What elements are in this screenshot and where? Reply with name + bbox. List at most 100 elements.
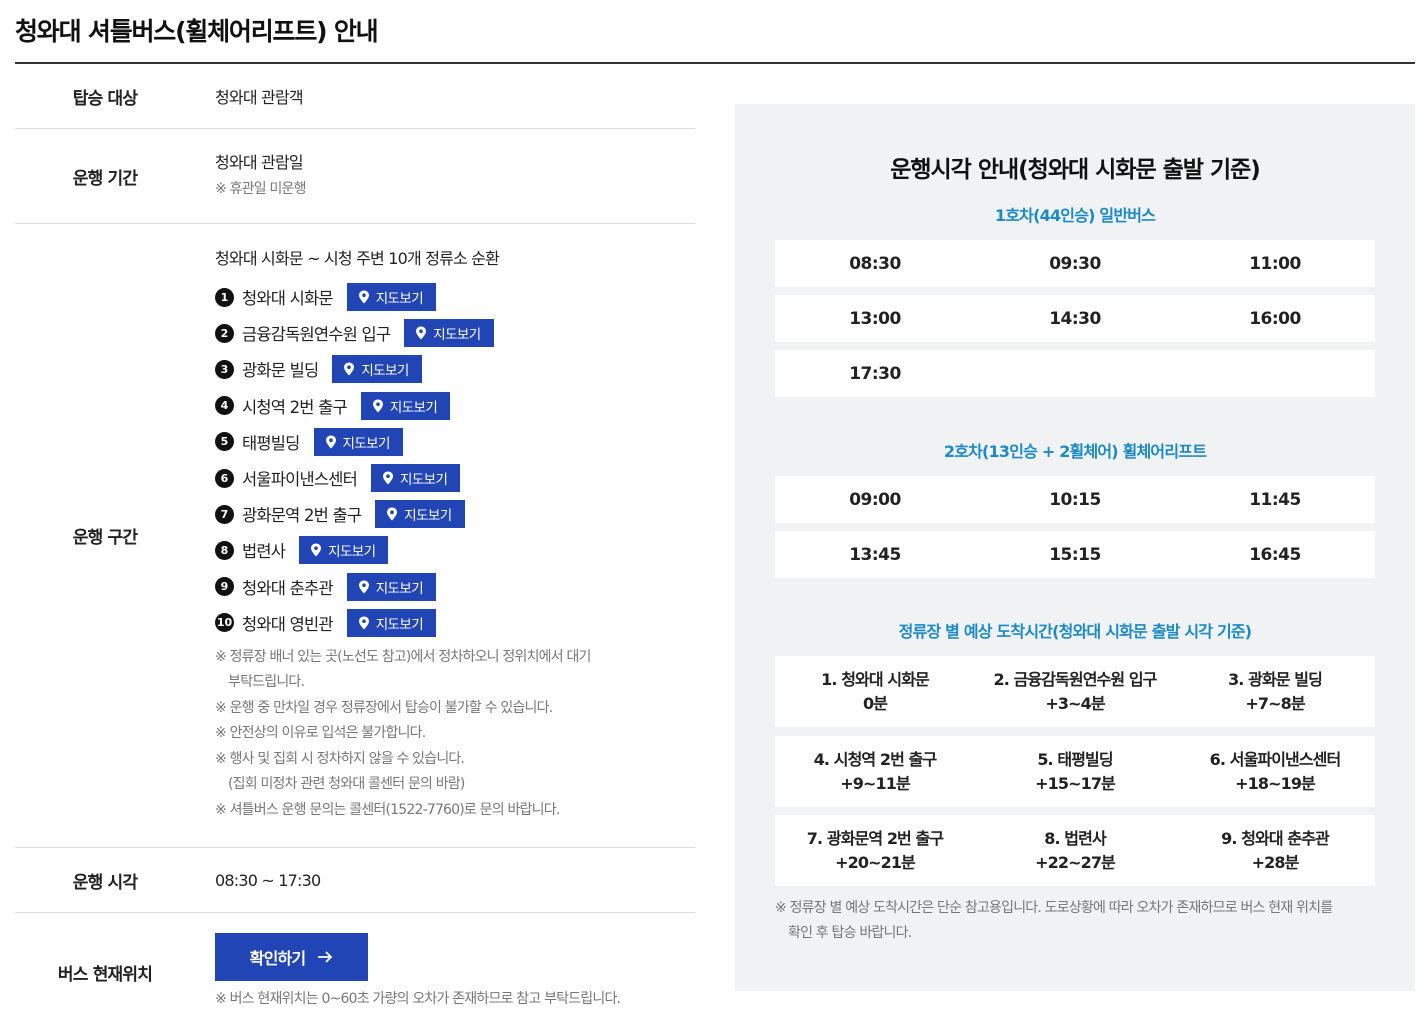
route-note: ※ 행사 및 집회 시 정차하지 않을 수 있습니다.	[215, 750, 465, 767]
arrival-stop: 8. 법련사	[1044, 828, 1106, 848]
time-cell: 11:00	[1249, 253, 1301, 274]
time-cell: 14:30	[1049, 308, 1101, 329]
bus1-time-row: 17:30	[775, 350, 1375, 397]
arrival-note: ※ 정류장 별 예상 도착시간은 단순 참고용입니다. 도로상황에 따라 오차가…	[775, 896, 1385, 946]
arrival-stop: 5. 태평빌딩	[1037, 749, 1113, 769]
map-pin-icon	[383, 471, 394, 485]
time-cell	[975, 350, 1175, 397]
time-cell: 16:45	[1249, 544, 1301, 565]
bus2-title: 2호차(13인승 + 2휠체어) 휠체어리프트	[943, 442, 1207, 461]
stop-item: 1 청와대 시화문 지도보기	[215, 279, 695, 315]
check-location-label: 확인하기	[249, 949, 306, 968]
check-location-button[interactable]: 확인하기	[215, 933, 368, 981]
arrival-cell: 2. 금융감독원연수원 입구 +3~4분	[975, 656, 1175, 727]
stop-number: 9	[215, 577, 234, 597]
schedule-panel: 운행시각 안내(청와대 시화문 출발 기준) 1호차(44인승) 일반버스 08…	[735, 104, 1415, 991]
time-cell: 17:30	[849, 363, 901, 384]
stop-list: 1 청와대 시화문 지도보기 2 금융감독원연수원 입구 지도보기 3 광화문 빌딩 지도보기 4…	[215, 279, 695, 641]
bus2-time-row: 13:45 15:15 16:45	[775, 531, 1375, 578]
map-pin-icon	[416, 326, 427, 340]
map-pin-icon	[358, 616, 369, 630]
row-label: 운행 구간	[72, 528, 138, 548]
map-view-label: 지도보기	[375, 616, 424, 633]
arrival-time: +28분	[1251, 852, 1300, 872]
route-notes: ※ 정류장 배너 있는 곳(노선도 참고)에서 정차하오니 정위치에서 대기 부…	[215, 645, 695, 824]
map-view-button[interactable]: 지도보기	[313, 427, 403, 456]
arrival-stop: 7. 광화문역 2번 출구	[806, 828, 944, 848]
map-view-button[interactable]: 지도보기	[346, 572, 437, 601]
map-view-button[interactable]: 지도보기	[404, 319, 494, 348]
stop-name: 시청역 2번 출구	[242, 397, 348, 417]
arrival-note-line: ※ 정류장 별 예상 도착시간은 단순 참고용입니다. 도로상황에 따라 오차가…	[775, 900, 1333, 916]
map-view-label: 지도보기	[404, 508, 452, 525]
stop-number: 7	[215, 504, 234, 524]
stop-item: 6 서울파이낸스센터 지도보기	[215, 460, 695, 496]
map-view-label: 지도보기	[328, 544, 376, 561]
arrival-stop: 2. 금융감독원연수원 입구	[993, 669, 1158, 689]
route-note: ※ 안전상의 이유로 입석은 불가합니다.	[215, 725, 426, 742]
route-note: ※ 운행 중 만차일 경우 정류장에서 탑승이 불가할 수 있습니다.	[215, 699, 553, 716]
period-note: ※ 휴관일 미운행	[215, 181, 307, 198]
map-pin-icon	[387, 507, 398, 521]
row-location: 버스 현재위치 확인하기 ※ 버스 현재위치는 0~60초 가량의 오차가 존재…	[15, 913, 695, 1017]
arrival-row: 7. 광화문역 2번 출구 +20~21분 8. 법련사 +22~27분 9. 청와…	[775, 815, 1375, 886]
arrival-time: +7~8분	[1245, 693, 1305, 713]
stop-name: 청와대 영빈관	[242, 614, 334, 634]
time-cell: 13:00	[849, 308, 901, 329]
arrival-cell: 6. 서울파이낸스센터 +18~19분	[1175, 736, 1375, 807]
map-pin-icon	[358, 580, 369, 594]
bus1-time-row: 13:00 14:30 16:00	[775, 295, 1375, 342]
stop-number: 6	[215, 468, 234, 488]
time-cell: 09:00	[849, 489, 901, 510]
arrival-stop: 3. 광화문 빌딩	[1228, 669, 1323, 689]
stop-number: 3	[215, 359, 234, 379]
arrow-right-icon	[318, 951, 333, 963]
row-label: 탑승 대상	[72, 88, 138, 109]
arrival-cell: 5. 태평빌딩 +15~17분	[975, 736, 1175, 807]
map-view-label: 지도보기	[375, 580, 424, 597]
arrival-row: 1. 청와대 시화문 0분 2. 금융감독원연수원 입구 +3~4분 3. 광화문 …	[775, 656, 1375, 727]
row-target: 탑승 대상 청와대 관람객	[15, 64, 695, 129]
time-cell: 10:15	[1049, 489, 1101, 510]
route-note: ※ 셔틀버스 운행 문의는 콜센터(1522-7760)로 문의 바랍니다.	[215, 801, 560, 818]
row-label: 운행 시각	[72, 872, 138, 893]
map-view-button[interactable]: 지도보기	[299, 536, 389, 565]
arrival-time: +22~27분	[1035, 852, 1116, 872]
map-view-button[interactable]: 지도보기	[332, 355, 422, 384]
arrival-cell: 8. 법련사 +22~27분	[975, 815, 1175, 886]
route-note: (집회 미정차 관련 청와대 콜센터 문의 바람)	[228, 776, 465, 793]
map-view-button[interactable]: 지도보기	[375, 500, 465, 529]
arrival-time: 0분	[862, 693, 888, 713]
stop-number: 2	[215, 323, 234, 343]
row-label: 운행 기간	[72, 168, 138, 189]
stop-item: 7 광화문역 2번 출구 지도보기	[215, 496, 695, 532]
stop-number: 5	[215, 432, 234, 452]
stop-item: 8 법련사 지도보기	[215, 532, 695, 568]
time-cell: 08:30	[849, 253, 901, 274]
time-cell	[1175, 350, 1375, 397]
stop-name: 청와대 시화문	[242, 289, 334, 309]
row-label: 버스 현재위치	[57, 964, 153, 985]
hours-value: 08:30 ~ 17:30	[215, 870, 321, 890]
stop-item: 3 광화문 빌딩 지도보기	[215, 351, 695, 387]
map-view-button[interactable]: 지도보기	[346, 608, 437, 637]
map-view-button[interactable]: 지도보기	[360, 391, 451, 420]
map-pin-icon	[311, 543, 322, 557]
map-view-button[interactable]: 지도보기	[371, 464, 461, 493]
arrival-time: +20~21분	[835, 852, 916, 872]
stop-name: 태평빌딩	[242, 433, 300, 453]
route-note: ※ 정류장 배너 있는 곳(노선도 참고)에서 정차하오니 정위치에서 대기	[215, 648, 591, 665]
map-view-label: 지도보기	[375, 291, 424, 308]
arrival-stop: 4. 시청역 2번 출구	[813, 749, 937, 769]
arrival-cell: 7. 광화문역 2번 출구 +20~21분	[775, 815, 975, 886]
map-view-button[interactable]: 지도보기	[346, 283, 437, 312]
stop-item: 9 청와대 춘추관 지도보기	[215, 569, 695, 605]
map-pin-icon	[344, 362, 355, 376]
arrival-stop: 1. 청와대 시화문	[821, 669, 930, 689]
bus2-time-row: 09:00 10:15 11:45	[775, 476, 1375, 523]
stop-number: 8	[215, 540, 234, 560]
arrival-time: +9~11분	[840, 773, 910, 793]
row-hours: 운행 시각 08:30 ~ 17:30	[15, 848, 695, 913]
map-pin-icon	[372, 399, 383, 413]
schedule-title: 운행시각 안내(청와대 시화문 출발 기준)	[890, 157, 1261, 183]
